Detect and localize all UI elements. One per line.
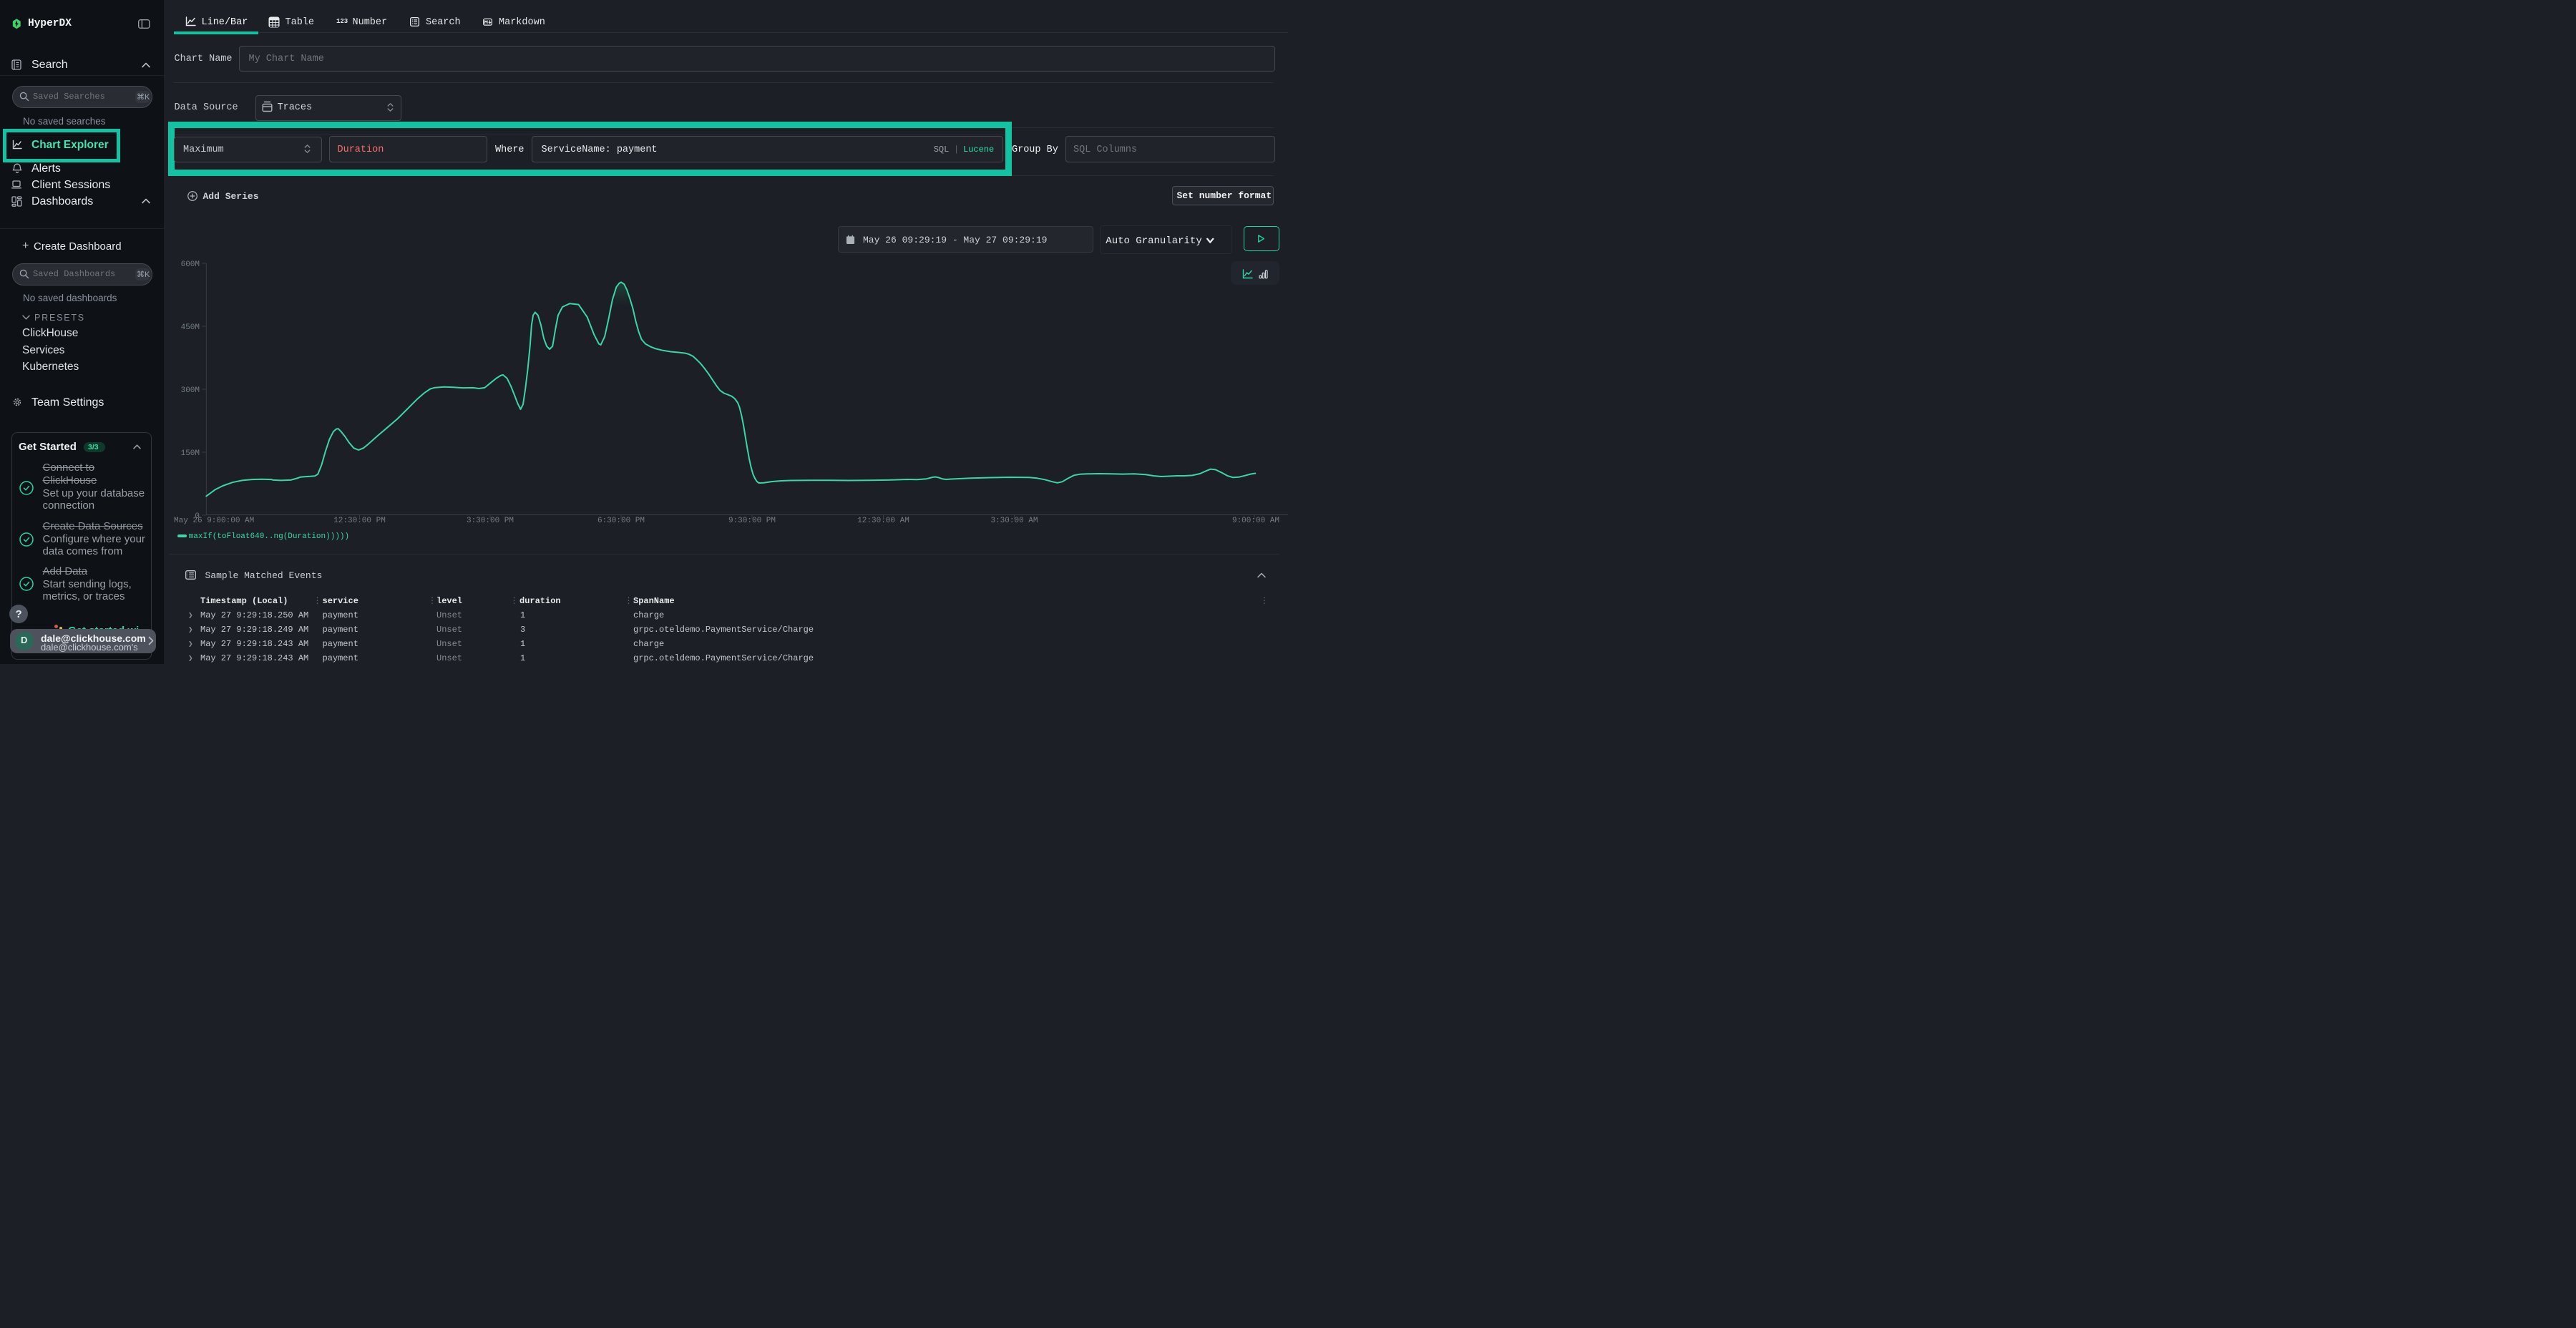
svg-text:150M: 150M — [181, 449, 200, 458]
svg-text:600M: 600M — [181, 260, 200, 269]
svg-text:450M: 450M — [181, 323, 200, 332]
svg-text:9:00:00 AM: 9:00:00 AM — [1232, 517, 1279, 525]
svg-text:300M: 300M — [181, 386, 200, 395]
svg-text:May 26 9:00:00 AM: May 26 9:00:00 AM — [174, 517, 254, 525]
